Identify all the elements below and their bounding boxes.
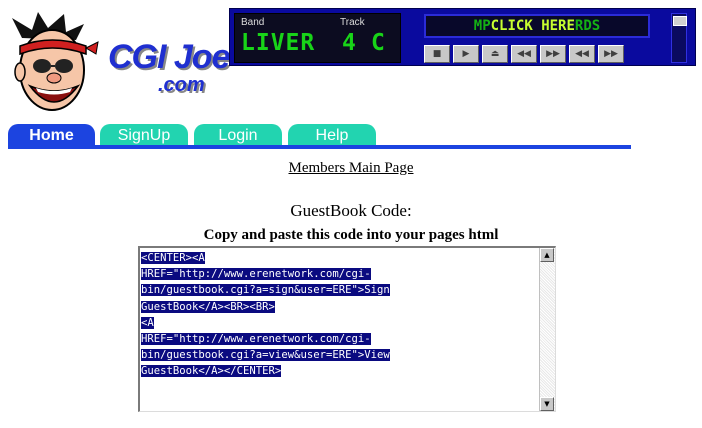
volume-knob[interactable] xyxy=(673,16,687,26)
fast-forward-icon[interactable]: ▶▶ xyxy=(540,45,566,63)
code-line: bin/guestbook.cgi?a=view&user=ERE">View xyxy=(141,349,390,362)
player-display: Band Track LIVER 4 C xyxy=(234,13,401,63)
next-icon[interactable]: ▶▶ xyxy=(598,45,624,63)
page-title: GuestBook Code: xyxy=(290,201,412,220)
mp3-player-widget: Band Track LIVER 4 C MPCLICK HERERDS ■ ▶… xyxy=(229,8,696,66)
members-main-page-link[interactable]: Members Main Page xyxy=(0,160,702,177)
eject-icon[interactable]: ⏏ xyxy=(482,45,508,63)
instructions-text: Copy and paste this code into your pages… xyxy=(203,227,499,243)
code-line: HREF="http://www.erenetwork.com/cgi- xyxy=(141,333,371,346)
code-line: GuestBook</A></CENTER> xyxy=(141,365,282,378)
scroll-down-arrow-icon[interactable]: ▼ xyxy=(540,397,554,411)
stop-icon[interactable]: ■ xyxy=(424,45,450,63)
cartoon-face-icon xyxy=(12,12,99,111)
code-line: <A xyxy=(141,316,154,329)
code-line: <CENTER><A xyxy=(141,252,205,264)
click-here-banner[interactable]: MPCLICK HERERDS xyxy=(424,14,650,38)
cgi-joe-logo[interactable]: CGI Joe .com xyxy=(8,8,230,120)
code-textarea[interactable]: <CENTER><A HREF="http://www.erenetwork.c… xyxy=(138,246,556,412)
volume-slider[interactable] xyxy=(671,13,687,63)
track-value: 4 xyxy=(342,30,356,56)
logo-text: CGI Joe xyxy=(108,38,230,76)
rewind-icon[interactable]: ◀◀ xyxy=(511,45,537,63)
track-label: Track xyxy=(340,17,365,28)
play-icon[interactable]: ▶ xyxy=(453,45,479,63)
previous-icon[interactable]: ◀◀ xyxy=(569,45,595,63)
player-controls: ■ ▶ ⏏ ◀◀ ▶▶ ◀◀ ▶▶ xyxy=(424,45,624,63)
band-value: LIVER xyxy=(241,30,316,56)
code-line: bin/guestbook.cgi?a=sign&user=ERE">Sign xyxy=(141,284,390,297)
scroll-up-arrow-icon[interactable]: ▲ xyxy=(540,248,554,262)
code-line: GuestBook</A><BR><BR> xyxy=(141,300,275,313)
code-content[interactable]: <CENTER><A HREF="http://www.erenetwork.c… xyxy=(141,250,537,380)
banner-post: RDS xyxy=(574,18,601,34)
tab-underline xyxy=(8,145,631,149)
code-line: HREF="http://www.erenetwork.com/cgi- xyxy=(141,268,371,281)
banner-highlight: CLICK HERE xyxy=(490,18,575,34)
vertical-scrollbar[interactable]: ▲ ▼ xyxy=(539,248,555,411)
band-label: Band xyxy=(241,17,265,28)
banner-pre: MP xyxy=(473,18,491,34)
logo-domain: .com xyxy=(158,74,205,96)
track-suffix: C xyxy=(371,30,385,56)
